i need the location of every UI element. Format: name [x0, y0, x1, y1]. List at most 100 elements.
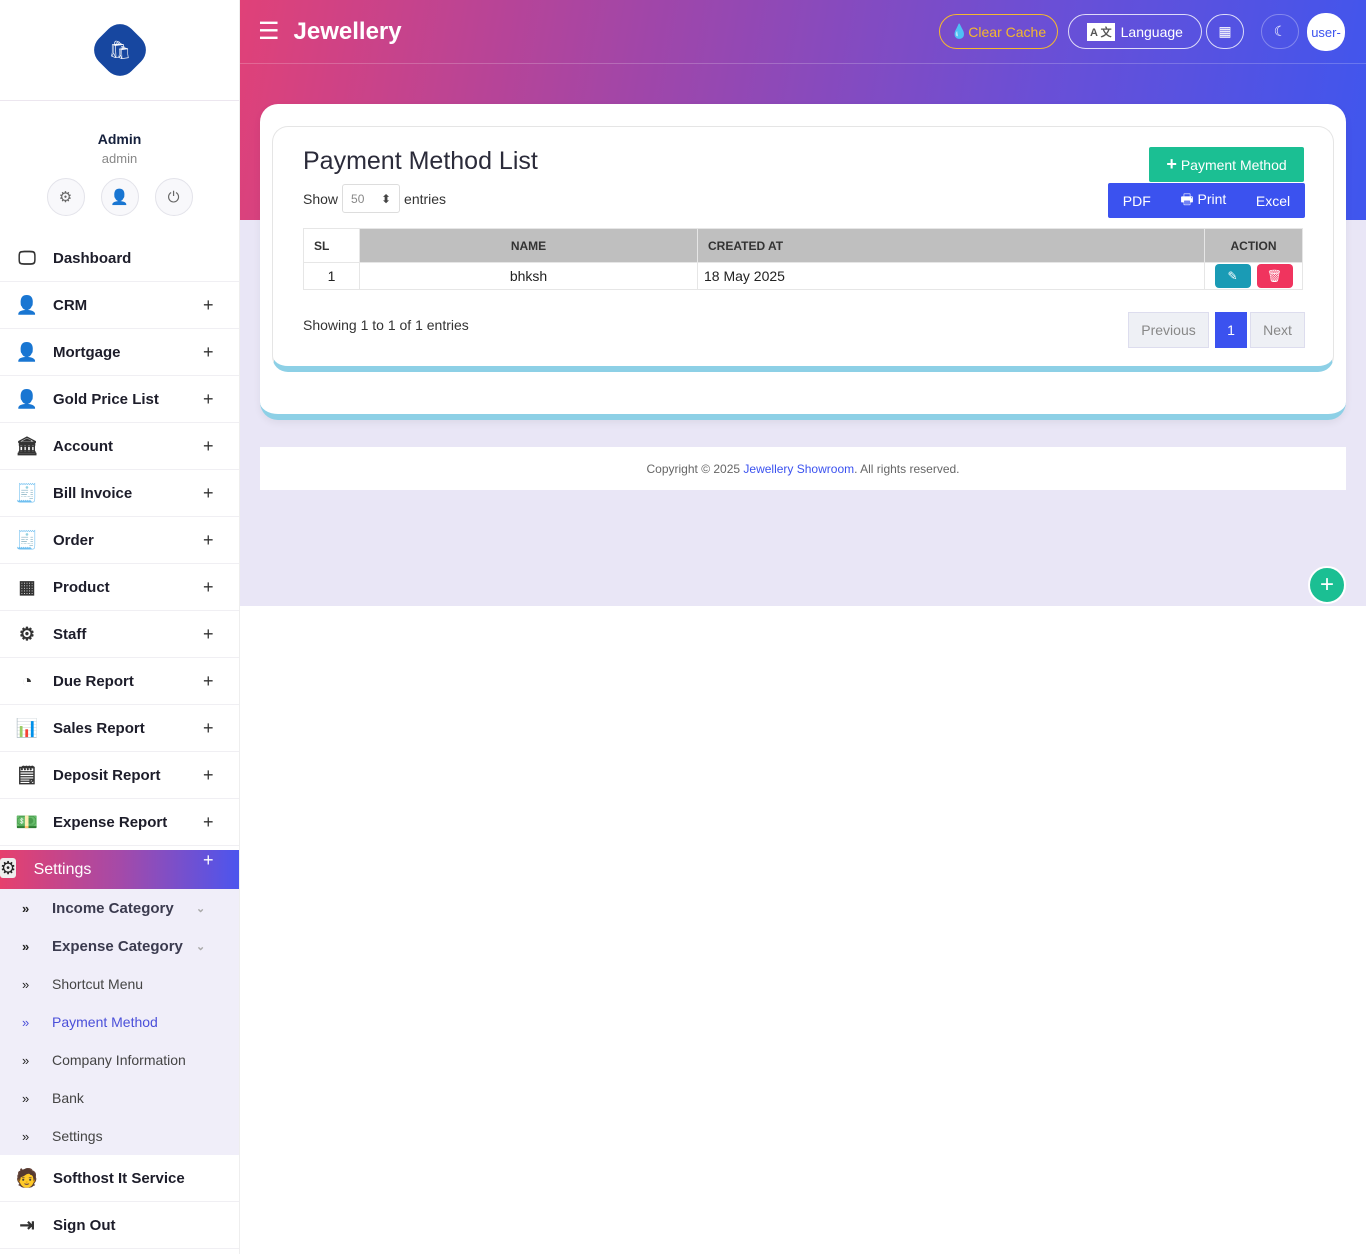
sidebar-item-mortgage[interactable]: 👤 Mortgage + — [0, 329, 239, 376]
double-chevron-icon: » — [22, 1052, 30, 1068]
add-button-label: Payment Method — [1180, 156, 1287, 173]
sidebar-item-staff[interactable]: ⚙ Staff + — [0, 611, 239, 658]
sidebar-item-label: Sales Report — [53, 719, 145, 737]
sidebar-item-product[interactable]: ▦ Product + — [0, 564, 239, 611]
column-header-sl[interactable]: SL — [303, 228, 360, 263]
double-chevron-icon: » — [22, 938, 30, 954]
user-plus-icon: 👤 — [15, 294, 39, 315]
edit-pen-icon[interactable]: ✎ — [1214, 264, 1251, 288]
gear-icon[interactable]: ⚙ — [46, 178, 85, 216]
submenu-item-label: Expense Category — [52, 937, 183, 955]
submenu-item-bank[interactable]: » Bank — [0, 1079, 239, 1117]
sidebar-item-due-report[interactable]: ◔ Due Report + — [0, 658, 239, 705]
sidebar-item-label: Staff — [53, 625, 87, 643]
gear-icon: ⚙ — [0, 858, 17, 878]
sidebar-item-softhost[interactable]: 🧑 Softhost It Service — [0, 1155, 239, 1202]
dark-mode-toggle[interactable]: ☾ — [1261, 14, 1299, 49]
content-card: Payment Method List Show 50 ⬍ entries + Pa… — [260, 104, 1346, 420]
plus-icon: + — [203, 341, 214, 362]
avatar-alt-text: user- — [1311, 24, 1341, 40]
submenu-item-label: Income Category — [52, 899, 174, 917]
submenu-item-payment-method[interactable]: » Payment Method — [0, 1003, 239, 1041]
floating-add-button[interactable]: + — [1308, 566, 1346, 604]
copyright-text: Copyright © 2025 — [646, 461, 741, 476]
pie-chart-icon: ◔ — [21, 670, 33, 691]
plus-icon: + — [203, 576, 214, 597]
language-button[interactable]: A 文 Language — [1068, 14, 1202, 49]
next-page-button[interactable]: Next — [1250, 312, 1305, 348]
sidebar-item-sign-out[interactable]: ⇥ Sign Out — [0, 1202, 239, 1249]
money-icon: 💵 — [15, 811, 39, 832]
plus-icon: + — [203, 482, 214, 503]
sidebar-item-deposit-report[interactable]: 🗒 Deposit Report + — [0, 752, 239, 799]
user-plus-icon: 👤 — [15, 341, 39, 362]
sidebar-item-dashboard[interactable]: 🖵 Dashboard — [0, 235, 239, 282]
submenu-item-shortcut-menu[interactable]: » Shortcut Menu — [0, 965, 239, 1003]
submenu-item-settings[interactable]: » Settings — [0, 1117, 239, 1155]
excel-button[interactable]: Excel — [1256, 193, 1290, 209]
submenu-item-label: Shortcut Menu — [52, 976, 144, 992]
sidebar-item-label: Dashboard — [53, 249, 132, 267]
receipt-icon: 🗒 — [15, 764, 39, 785]
print-button[interactable]: 🖶 Print — [1180, 189, 1226, 213]
invoice-icon: 🧾 — [15, 529, 39, 550]
sidebar-item-expense-report[interactable]: 💵 Expense Report + — [0, 799, 239, 846]
add-payment-method-button[interactable]: + Payment Method — [1149, 147, 1304, 182]
print-label: Print — [1197, 190, 1227, 207]
sidebar-menu: 🖵 Dashboard 👤 CRM + 👤 Mortgage + 👤 Gold Price Lis… — [0, 235, 239, 846]
logo-area: 🛍 — [0, 0, 239, 101]
hamburger-menu-icon[interactable]: ☰ — [258, 17, 280, 46]
footer-link[interactable]: Jewellery Showroom — [743, 462, 854, 476]
column-header-created-at[interactable]: CREATED AT — [697, 228, 1205, 263]
submenu-item-label: Company Information — [52, 1052, 186, 1068]
clear-cache-button[interactable]: 💧 Clear Cache — [939, 14, 1058, 49]
submenu-item-company-information[interactable]: » Company Information — [0, 1041, 239, 1079]
sidebar-item-account[interactable]: 🏛 Account + — [0, 423, 239, 470]
sidebar-item-order[interactable]: 🧾 Order + — [0, 517, 239, 564]
sidebar-item-label: Due Report — [53, 672, 134, 690]
plus-icon: + — [203, 623, 214, 644]
calculator-button[interactable]: ▦ — [1206, 14, 1244, 49]
user-icon[interactable]: 👤 — [100, 178, 139, 216]
sidebar: 🛍 Admin admin ⚙ 👤 ⏻ 🖵 Dashboard 👤 CRM + 👤 Mort… — [0, 0, 240, 1254]
sidebar-item-bill-invoice[interactable]: 🧾 Bill Invoice + — [0, 470, 239, 517]
submenu-item-expense-category[interactable]: » Expense Category ⌄ — [0, 927, 239, 965]
previous-page-button[interactable]: Previous — [1128, 312, 1209, 348]
trash-icon[interactable]: 🗑 — [1256, 264, 1293, 288]
sort-arrows-icon: ⬍ — [380, 191, 392, 206]
pdf-button[interactable]: PDF — [1123, 193, 1151, 209]
language-label: Language — [1120, 23, 1183, 40]
sidebar-item-label: Account — [53, 437, 113, 455]
sidebar-item-sales-report[interactable]: 📊 Sales Report + — [0, 705, 239, 752]
clear-cache-label: Clear Cache — [968, 23, 1047, 40]
sidebar-item-crm[interactable]: 👤 CRM + — [0, 282, 239, 329]
submenu-item-label: Settings — [52, 1128, 103, 1144]
sidebar-item-label: Settings — [33, 861, 92, 878]
shopping-bag-logo-icon[interactable]: 🛍 — [86, 17, 153, 83]
moon-icon: ☾ — [1273, 23, 1287, 39]
column-header-name[interactable]: NAME — [359, 228, 698, 263]
drop-icon: 💧 — [950, 23, 969, 39]
plus-icon: + — [203, 764, 214, 785]
export-buttons: PDF 🖶 Print Excel — [1108, 183, 1305, 218]
page-size-select[interactable]: 50 ⬍ — [342, 184, 401, 213]
submenu-item-income-category[interactable]: » Income Category ⌄ — [0, 889, 239, 927]
sidebar-item-gold-price-list[interactable]: 👤 Gold Price List + — [0, 376, 239, 423]
power-icon[interactable]: ⏻ — [154, 178, 193, 216]
entries-label: entries — [404, 190, 447, 207]
sidebar-item-label: Deposit Report — [53, 766, 161, 784]
submenu-item-label: Payment Method — [52, 1014, 158, 1030]
printer-icon: 🖶 — [1180, 190, 1194, 207]
cell-sl: 1 — [303, 262, 360, 290]
sidebar-item-settings[interactable]: ⚙ Settings + — [0, 850, 239, 889]
payment-method-panel: Payment Method List Show 50 ⬍ entries + Pa… — [272, 126, 1334, 372]
support-agent-icon: 🧑 — [15, 1167, 39, 1188]
sidebar-item-label: Bill Invoice — [53, 484, 133, 502]
app-title: Jewellery — [293, 17, 402, 45]
page-1-button[interactable]: 1 — [1215, 312, 1247, 348]
plus-icon: + — [203, 529, 214, 550]
sign-out-icon: ⇥ — [19, 1214, 35, 1235]
show-label: Show — [303, 190, 339, 207]
user-avatar[interactable]: user- — [1307, 13, 1345, 51]
user-panel: Admin admin ⚙ 👤 ⏻ — [0, 101, 239, 235]
